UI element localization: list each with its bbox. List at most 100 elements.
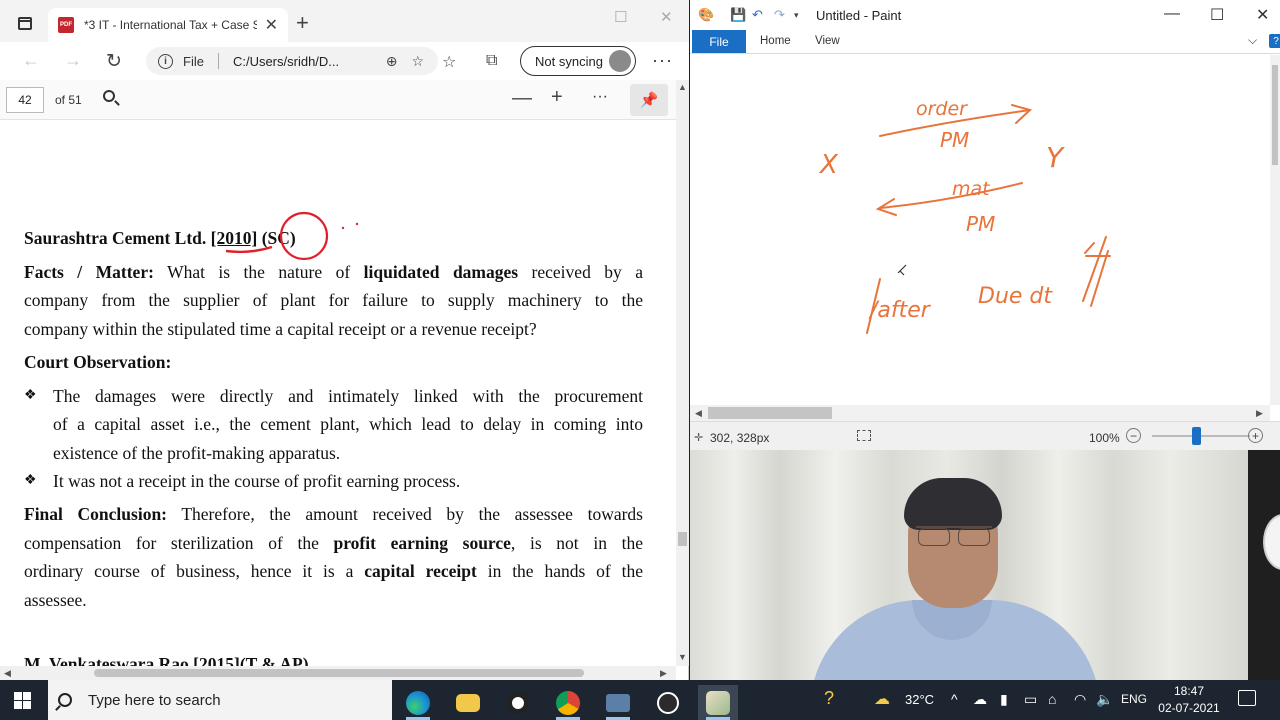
scroll-right-icon[interactable]: ▶ (660, 668, 667, 679)
maximize-icon[interactable]: ☐ (614, 8, 627, 26)
scroll-left-icon[interactable]: ◀ (4, 668, 11, 679)
profile-sync-button[interactable]: Not syncing (520, 46, 636, 76)
tab-close-icon[interactable]: ✕ (265, 15, 278, 35)
search-icon[interactable] (103, 90, 115, 102)
zoom-magnifier-icon[interactable]: ⊕ (386, 53, 398, 70)
browser-window: PDF *3 IT - International Tax + Case S ✕… (0, 0, 689, 680)
sync-label: Not syncing (535, 53, 603, 69)
taskbar-search-box[interactable]: Type here to search (48, 680, 392, 720)
forward-icon[interactable]: → (64, 50, 82, 71)
page-number-input[interactable]: 42 (6, 87, 44, 113)
zoom-out-button[interactable]: − (1126, 428, 1141, 443)
paint-app-icon[interactable] (698, 685, 738, 720)
maximize-icon[interactable]: ☐ (1210, 5, 1224, 25)
input-language[interactable]: ENG (1121, 692, 1147, 706)
avatar (609, 50, 631, 72)
scroll-left-icon[interactable]: ◀ (695, 408, 702, 419)
canvas-horizontal-scrollbar[interactable]: ◀ ▶ (690, 405, 1270, 421)
taskbar-clock[interactable]: 18:47 02-07-2021 (1158, 683, 1220, 717)
edge-app-icon[interactable] (398, 685, 438, 720)
terminal-app-icon[interactable] (498, 685, 538, 720)
paint-window: 🎨 💾 ↶ ↷ ▾ Untitled - Paint — ☐ ✕ File Ho… (690, 0, 1280, 450)
redo-icon[interactable]: ↷ (774, 7, 785, 23)
microphone-icon[interactable]: ▮ (1000, 691, 1008, 708)
chrome-app-icon[interactable] (548, 685, 588, 720)
zoom-slider-thumb[interactable] (1191, 427, 1201, 445)
search-placeholder: Type here to search (88, 691, 221, 709)
tab-actions-icon[interactable] (18, 17, 32, 30)
customize-qat-icon[interactable]: ▾ (794, 10, 799, 21)
paint-title-bar: 🎨 💾 ↶ ↷ ▾ Untitled - Paint — ☐ ✕ (690, 0, 1280, 30)
cursor-position-icon: ✛ (694, 432, 704, 444)
tab-view[interactable]: View (815, 35, 840, 47)
scroll-right-icon[interactable]: ▶ (1256, 408, 1263, 419)
scroll-thumb[interactable] (678, 532, 687, 546)
zoom-in-button[interactable]: + (551, 86, 563, 109)
battery-icon[interactable]: ▭ (1024, 691, 1037, 708)
paint-canvas[interactable]: order PM X Y mat PM /after Due dt (690, 55, 1270, 405)
selection-size-icon (857, 430, 871, 441)
pdf-vertical-scrollbar[interactable]: ▲ ▼ (676, 80, 689, 666)
notifications-icon[interactable] (1238, 690, 1256, 706)
onedrive-icon[interactable]: ☁ (973, 691, 987, 708)
close-window-icon[interactable]: ✕ (1256, 5, 1269, 25)
zoom-slider-track[interactable] (1152, 435, 1250, 437)
url-text[interactable]: C:/Users/sridh/D... (233, 54, 386, 69)
tab-home[interactable]: Home (760, 35, 791, 47)
paint-app-icon: 🎨 (698, 7, 715, 22)
help-tips-icon[interactable]: ? (824, 688, 834, 709)
scroll-thumb[interactable] (94, 669, 584, 677)
undo-icon[interactable]: ↶ (752, 7, 763, 23)
presenter-glasses (916, 526, 992, 546)
arrow-left-line (879, 182, 1023, 209)
paint-status-bar: ✛ 302, 328px 100% − + (690, 421, 1280, 450)
word-pm-2: PM (966, 212, 995, 236)
save-icon[interactable]: 💾 (730, 7, 746, 23)
taskbar: Type here to search ? ☁ 32°C ^ ☁ ▮ ▭ ⌂ ◠… (0, 680, 1280, 720)
volume-icon[interactable]: 🔈 (1096, 691, 1113, 708)
reload-icon[interactable]: ↻ (106, 50, 122, 73)
pen-annotations (225, 211, 359, 261)
scroll-thumb[interactable] (708, 407, 832, 419)
network-icon[interactable]: ⌂ (1048, 691, 1056, 707)
show-hidden-icons-icon[interactable]: ^ (951, 691, 958, 707)
scroll-thumb[interactable] (1272, 65, 1278, 165)
info-icon[interactable]: i (158, 53, 173, 69)
url-field[interactable]: i File C:/Users/sridh/D... ⊕ ☆ (146, 47, 438, 75)
url-scheme-label: File (183, 53, 204, 69)
new-tab-button[interactable]: + (296, 10, 309, 36)
pdf-page-content: Saurashtra Cement Ltd. [2010] (SC) Facts… (0, 120, 676, 666)
camera-app-icon[interactable] (598, 685, 638, 720)
help-icon[interactable]: ? (1269, 34, 1280, 48)
pdf-horizontal-scrollbar[interactable]: ◀ ▶ (0, 666, 676, 680)
wifi-icon[interactable]: ◠ (1074, 691, 1086, 708)
collapse-ribbon-icon[interactable]: ⌵ (1248, 33, 1257, 48)
word-y: Y (1046, 141, 1065, 174)
windows-start-icon[interactable] (14, 692, 31, 709)
browser-menu-icon[interactable]: ··· (652, 50, 673, 71)
zoom-out-button[interactable]: — (512, 87, 532, 110)
pdf-more-icon[interactable]: ··· (592, 88, 608, 106)
scroll-up-icon[interactable]: ▲ (678, 82, 687, 92)
pin-toolbar-icon[interactable]: 📌 (630, 84, 668, 116)
scroll-down-icon[interactable]: ▼ (678, 652, 687, 662)
obs-app-icon[interactable] (648, 685, 688, 720)
zoom-level: 100% (1089, 431, 1120, 445)
favorites-icon[interactable]: ☆ (442, 52, 456, 72)
tab-pdf-document[interactable]: PDF *3 IT - International Tax + Case S ✕ (48, 8, 288, 42)
tab-file[interactable]: File (692, 30, 746, 53)
file-explorer-icon[interactable] (448, 685, 488, 720)
clock-time: 18:47 (1173, 684, 1205, 698)
zoom-in-button[interactable]: + (1248, 428, 1263, 443)
back-icon[interactable]: ← (22, 50, 40, 71)
minimize-icon[interactable]: — (1164, 5, 1180, 23)
clock-date: 02-07-2021 (1158, 701, 1220, 715)
word-after: /after (868, 298, 932, 323)
collections-icon[interactable]: ⧉ (486, 52, 497, 70)
tab-strip: PDF *3 IT - International Tax + Case S ✕… (0, 0, 689, 42)
close-window-icon[interactable]: ✕ (660, 8, 673, 26)
weather-icon[interactable]: ☁ (874, 689, 890, 709)
canvas-vertical-scrollbar[interactable] (1270, 55, 1280, 405)
add-favorite-icon[interactable]: ☆ (411, 53, 424, 70)
temperature[interactable]: 32°C (905, 692, 934, 707)
